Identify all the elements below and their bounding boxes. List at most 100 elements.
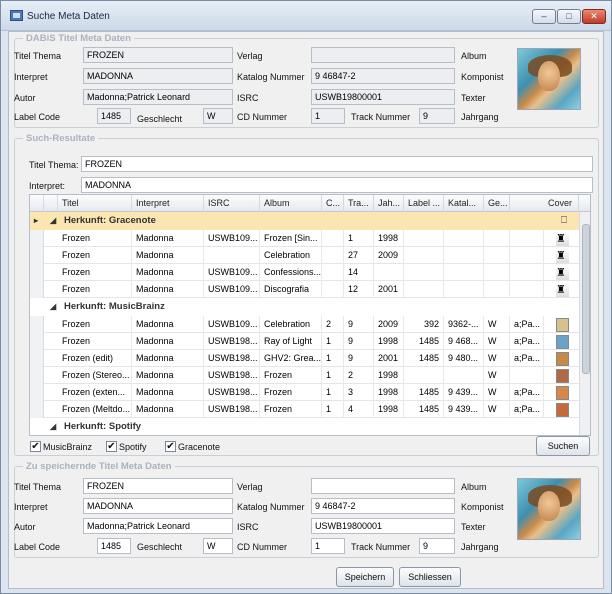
- table-row[interactable]: Frozen Madonna USWB109... Celebration 2 9 2009…: [30, 316, 590, 333]
- row-selector[interactable]: [30, 230, 44, 247]
- search-titel-input[interactable]: FROZEN: [81, 156, 593, 172]
- column-header[interactable]: Tra...: [344, 195, 374, 212]
- row-selector[interactable]: [30, 247, 44, 264]
- table-cell: 9 480...: [444, 350, 484, 367]
- table-cell: [404, 247, 444, 264]
- verlag-field[interactable]: [311, 47, 455, 63]
- row-selector[interactable]: [30, 367, 44, 384]
- save-track-nummer-input[interactable]: 9: [419, 538, 455, 554]
- group-row[interactable]: ◢ Herkunft: MusicBrainz: [30, 298, 590, 316]
- table-row[interactable]: Frozen (edit) Madonna USWB198... GHV2: Grea…: [30, 350, 590, 367]
- window-title: Suche Meta Daten: [27, 11, 110, 22]
- table-cell: 9: [344, 333, 374, 350]
- save-verlag-input[interactable]: [311, 478, 455, 494]
- save-interpret-label: Interpret: [14, 502, 48, 512]
- table-cell: USWB109...: [204, 281, 260, 298]
- close-dialog-button[interactable]: Schliessen: [399, 567, 461, 587]
- search-interpret-input[interactable]: MADONNA: [81, 177, 593, 193]
- save-album-label: Album: [461, 482, 487, 492]
- table-row[interactable]: Frozen (Meltdo... Madonna USWB198... Frozen…: [30, 401, 590, 418]
- interpret-field[interactable]: MADONNA: [83, 68, 233, 84]
- column-header[interactable]: ISRC: [204, 195, 260, 212]
- collapse-icon[interactable]: ◢: [50, 298, 56, 316]
- table-row[interactable]: Frozen (exten... Madonna USWB198... Frozen 1…: [30, 384, 590, 401]
- scrollbar-thumb[interactable]: [582, 224, 590, 374]
- column-header[interactable]: Label ...: [404, 195, 444, 212]
- table-cell: Celebration: [260, 247, 322, 264]
- label-code-field[interactable]: 1485: [97, 108, 131, 124]
- table-row[interactable]: Frozen Madonna USWB109... Frozen [Sin... 1 19…: [30, 230, 590, 247]
- group-options-icon[interactable]: ⎕: [561, 212, 567, 230]
- group-label: Herkunft: Gracenote: [64, 215, 156, 226]
- spotify-checkbox[interactable]: ✔: [106, 441, 117, 452]
- titel-thema-field[interactable]: FROZEN: [83, 47, 233, 63]
- results-grid[interactable]: Titel Interpret ISRC Album C... Tra... Jah... L…: [29, 194, 591, 436]
- table-cell: Frozen (edit): [58, 350, 132, 367]
- table-row[interactable]: Frozen Madonna USWB198... Ray of Light 1 9 199…: [30, 333, 590, 350]
- column-header[interactable]: Ge...: [484, 195, 510, 212]
- table-cell: USWB198...: [204, 384, 260, 401]
- table-cell: [444, 264, 484, 281]
- save-interpret-input[interactable]: MADONNA: [83, 498, 233, 514]
- table-row[interactable]: Frozen Madonna Celebration 27 2009 ♜: [30, 247, 590, 264]
- katalog-field[interactable]: 9 46847-2: [311, 68, 455, 84]
- table-cell: a;Pa...: [510, 316, 544, 333]
- save-geschlecht-input[interactable]: W: [203, 538, 233, 554]
- save-autor-input[interactable]: Madonna;Patrick Leonard: [83, 518, 233, 534]
- row-selector[interactable]: [30, 281, 44, 298]
- table-cell: 9 439...: [444, 384, 484, 401]
- row-selector[interactable]: [30, 316, 44, 333]
- group-row[interactable]: ◢ Herkunft: Spotify: [30, 418, 590, 435]
- column-header[interactable]: Album: [260, 195, 322, 212]
- column-header[interactable]: Titel: [58, 195, 132, 212]
- column-header[interactable]: Jah...: [374, 195, 404, 212]
- column-header[interactable]: Interpret: [132, 195, 204, 212]
- collapse-icon[interactable]: ◢: [50, 212, 56, 230]
- table-cell: W: [484, 384, 510, 401]
- table-cell: 1485: [404, 350, 444, 367]
- grid-scrollbar[interactable]: [579, 212, 590, 435]
- row-selector[interactable]: [30, 401, 44, 418]
- column-header[interactable]: Cover: [544, 195, 579, 212]
- close-button[interactable]: ✕: [582, 9, 606, 24]
- row-selector[interactable]: [30, 333, 44, 350]
- isrc-field[interactable]: USWB19800001: [311, 89, 455, 105]
- collapse-icon[interactable]: ◢: [50, 418, 56, 435]
- table-cell: [444, 367, 484, 384]
- table-cell: 1: [322, 401, 344, 418]
- column-header[interactable]: Katal...: [444, 195, 484, 212]
- save-katalog-input[interactable]: 9 46847-2: [311, 498, 455, 514]
- table-cell: USWB198...: [204, 350, 260, 367]
- album-label: Album: [461, 51, 487, 61]
- table-cell: 1: [344, 230, 374, 247]
- gracenote-checkbox[interactable]: ✔: [165, 441, 176, 452]
- row-selector[interactable]: [30, 350, 44, 367]
- save-isrc-input[interactable]: USWB19800001: [311, 518, 455, 534]
- save-cd-nummer-input[interactable]: 1: [311, 538, 345, 554]
- row-selector[interactable]: [30, 384, 44, 401]
- autor-field[interactable]: Madonna;Patrick Leonard: [83, 89, 233, 105]
- save-label-code-input[interactable]: 1485: [97, 538, 131, 554]
- row-selector[interactable]: [30, 264, 44, 281]
- table-row[interactable]: Frozen (Stereo... Madonna USWB198... Frozen…: [30, 367, 590, 384]
- table-cell: 1485: [404, 384, 444, 401]
- interpret-label: Interpret: [14, 72, 48, 82]
- search-button[interactable]: Suchen: [536, 436, 590, 456]
- save-komponist-label: Komponist: [461, 502, 504, 512]
- maximize-button[interactable]: □: [557, 9, 581, 24]
- save-button[interactable]: Speichern: [336, 567, 394, 587]
- table-row[interactable]: Frozen Madonna USWB109... Discografia 12 2001…: [30, 281, 590, 298]
- table-cell: 1485: [404, 333, 444, 350]
- track-nummer-field[interactable]: 9: [419, 108, 455, 124]
- table-cell: 1998: [374, 230, 404, 247]
- minimize-button[interactable]: –: [532, 9, 556, 24]
- table-cell: a;Pa...: [510, 384, 544, 401]
- geschlecht-field[interactable]: W: [203, 108, 233, 124]
- search-results-legend: Such-Resultate: [23, 133, 99, 144]
- column-header[interactable]: C...: [322, 195, 344, 212]
- group-row[interactable]: ▸ ◢ Herkunft: Gracenote ⎕: [30, 212, 590, 230]
- save-titel-thema-input[interactable]: FROZEN: [83, 478, 233, 494]
- table-row[interactable]: Frozen Madonna USWB109... Confessions... 14 ♜: [30, 264, 590, 281]
- musicbrainz-checkbox[interactable]: ✔: [30, 441, 41, 452]
- cd-nummer-field[interactable]: 1: [311, 108, 345, 124]
